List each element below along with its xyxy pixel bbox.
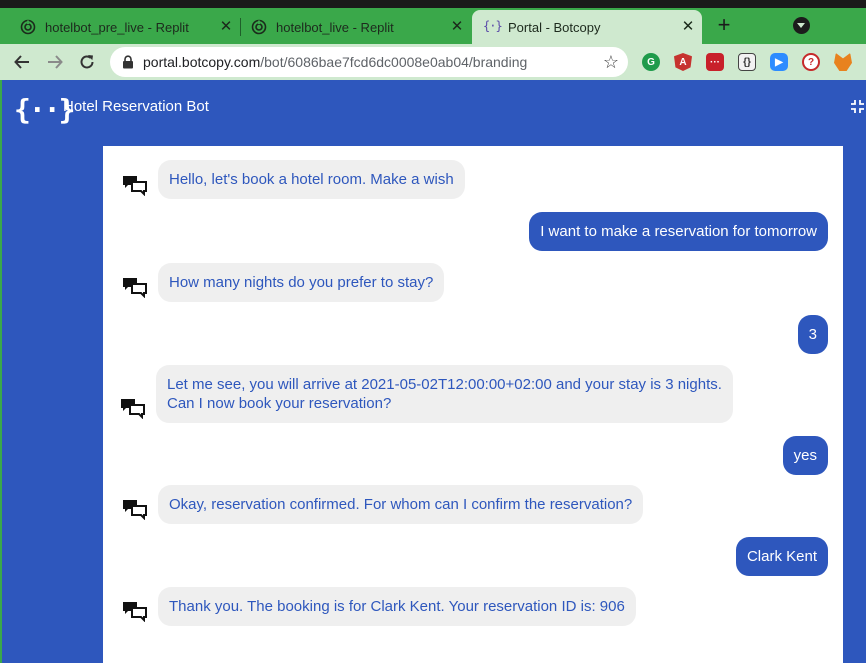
address-bar[interactable]: portal.botcopy.com/bot/6086bae7fcd6dc000… bbox=[110, 47, 628, 77]
forward-arrow-icon bbox=[48, 55, 63, 69]
bot-message: Hello, let's book a hotel room. Make a w… bbox=[158, 160, 465, 199]
tab-title: hotelbot_live - Replit bbox=[276, 19, 394, 35]
tab-title: Portal - Botcopy bbox=[508, 19, 601, 35]
extension-circle-icon[interactable]: ? bbox=[802, 53, 820, 71]
forward-button[interactable] bbox=[43, 50, 67, 74]
extension-red-icon[interactable]: ··· bbox=[706, 53, 724, 71]
new-tab-button[interactable]: + bbox=[712, 14, 736, 38]
bot-message-line: Can I now book your reservation? bbox=[167, 395, 392, 412]
tab-title: hotelbot_pre_live - Replit bbox=[45, 19, 189, 35]
bot-message: How many nights do you prefer to stay? bbox=[158, 263, 445, 302]
reload-button[interactable] bbox=[75, 50, 99, 74]
user-message: I want to make a reservation for tomorro… bbox=[529, 212, 828, 251]
angular-devtools-icon[interactable]: A bbox=[674, 53, 692, 71]
user-message: yes bbox=[782, 436, 828, 475]
chat-window: Hello, let's book a hotel room. Make a w… bbox=[103, 146, 843, 663]
tab-hotelbot-pre-live[interactable]: hotelbot_pre_live - Replit ✕ bbox=[0, 10, 240, 44]
replit-icon bbox=[251, 19, 267, 35]
url-path: /bot/6086bae7fcd6dc0008e0ab04/branding bbox=[260, 54, 528, 70]
metamask-fox-icon[interactable] bbox=[834, 53, 852, 71]
user-message: 3 bbox=[797, 315, 828, 354]
tab-search-icon[interactable] bbox=[793, 17, 810, 34]
close-tab-icon[interactable]: ✕ bbox=[680, 19, 696, 35]
bot-avatar-icon bbox=[123, 500, 147, 520]
browser-toolbar: portal.botcopy.com/bot/6086bae7fcd6dc000… bbox=[0, 44, 866, 80]
bot-message: Thank you. The booking is for Clark Kent… bbox=[158, 587, 636, 626]
reload-icon bbox=[80, 55, 94, 69]
bot-avatar-icon bbox=[123, 602, 147, 622]
url-host: portal.botcopy.com bbox=[143, 54, 261, 70]
window-left-edge bbox=[0, 80, 2, 663]
bot-message: Let me see, you will arrive at 2021-05-0… bbox=[156, 365, 733, 423]
bot-message: Okay, reservation confirmed. For whom ca… bbox=[158, 485, 644, 524]
tab-hotelbot-live[interactable]: hotelbot_live - Replit ✕ bbox=[231, 10, 471, 44]
bot-avatar-icon bbox=[123, 176, 147, 196]
url-text: portal.botcopy.com/bot/6086bae7fcd6dc000… bbox=[143, 54, 527, 70]
botcopy-logo: {··} bbox=[14, 93, 75, 126]
tab-portal-botcopy[interactable]: {·} Portal - Botcopy ✕ bbox=[472, 10, 702, 44]
grammarly-icon[interactable]: G bbox=[642, 53, 660, 71]
collapse-icon[interactable] bbox=[849, 98, 866, 115]
lock-icon bbox=[123, 55, 133, 69]
user-message: Clark Kent bbox=[735, 537, 828, 576]
back-button[interactable] bbox=[10, 50, 34, 74]
close-tab-icon[interactable]: ✕ bbox=[449, 19, 465, 35]
zoom-icon[interactable]: ▶ bbox=[770, 53, 788, 71]
back-arrow-icon bbox=[14, 55, 29, 69]
bot-avatar-icon bbox=[121, 399, 145, 419]
json-viewer-icon[interactable]: {} bbox=[738, 53, 756, 71]
bot-message-line: Let me see, you will arrive at 2021-05-0… bbox=[167, 376, 722, 393]
bot-title: Hotel Reservation Bot bbox=[63, 98, 209, 115]
bookmark-star-icon[interactable]: ☆ bbox=[601, 52, 621, 72]
replit-icon bbox=[20, 19, 36, 35]
botcopy-icon: {·} bbox=[483, 19, 503, 33]
bot-avatar-icon bbox=[123, 278, 147, 298]
